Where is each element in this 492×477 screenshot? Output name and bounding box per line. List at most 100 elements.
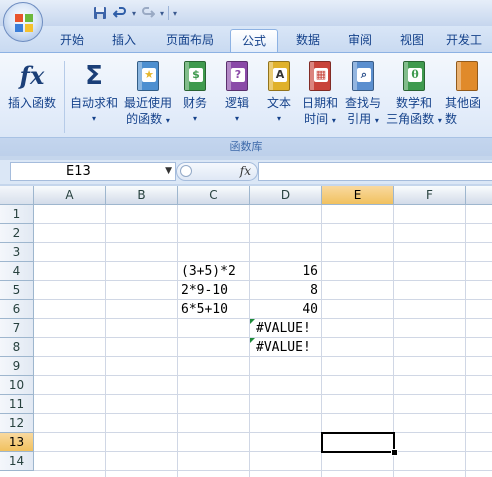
tab-view[interactable]: 视图 [392, 29, 432, 52]
insert-function-fx-icon[interactable]: fx [240, 164, 251, 178]
tab-data[interactable]: 数据 [288, 29, 328, 52]
formula-bar: E13 ▼ fx [0, 160, 492, 184]
row-header-12[interactable]: 12 [0, 414, 34, 433]
column-header-f[interactable]: F [394, 186, 466, 205]
tab-formulas[interactable]: 公式 [230, 29, 278, 52]
row-header-2[interactable]: 2 [0, 224, 34, 243]
more-functions-label: 其他函数 [445, 96, 482, 126]
name-box-value: E13 [66, 164, 91, 179]
qat-separator [168, 6, 170, 20]
tab-page-layout[interactable]: 页面布局 [160, 29, 220, 52]
lookup-label-2: 引用 ▾ [347, 112, 379, 126]
row-header-4[interactable]: 4 [0, 262, 34, 281]
undo-dropdown-icon[interactable]: ▾ [132, 9, 136, 18]
text-dropdown-icon[interactable]: ▾ [261, 111, 297, 127]
tab-home[interactable]: 开始 [52, 29, 92, 52]
column-header-g[interactable] [466, 186, 492, 205]
cell-c5[interactable]: 2*9-10 [181, 281, 249, 300]
active-cell-e13[interactable] [321, 432, 395, 453]
gridline [34, 394, 492, 395]
column-header-c[interactable]: C [178, 186, 250, 205]
row-header-3[interactable]: 3 [0, 243, 34, 262]
office-logo-icon [15, 14, 33, 32]
autosum-button[interactable]: Σ 自动求和 ▾ [67, 59, 121, 127]
cell-d7[interactable]: #VALUE! [256, 319, 322, 338]
ribbon-separator [64, 61, 65, 133]
cell-d6[interactable]: 40 [250, 300, 318, 319]
financial-dropdown-icon[interactable]: ▾ [177, 111, 213, 127]
formula-bar-resize-handle[interactable] [180, 165, 192, 177]
row-header-13[interactable]: 13 [0, 433, 34, 452]
gridline [177, 205, 178, 477]
worksheet-grid: A B C D E F 1 2 3 4 5 6 7 8 9 10 11 12 1… [0, 186, 492, 477]
row-header-5[interactable]: 5 [0, 281, 34, 300]
recent-book-icon: ★ [134, 59, 162, 93]
column-header-b[interactable]: B [106, 186, 178, 205]
more-functions-button[interactable]: 其他函数 [445, 59, 492, 127]
cell-c6[interactable]: 6*5+10 [181, 300, 249, 319]
gridline [105, 205, 106, 477]
lookup-book-icon: ⌕ [349, 59, 377, 93]
name-box[interactable]: E13 ▼ [10, 162, 176, 181]
cell-d5[interactable]: 8 [250, 281, 318, 300]
ribbon-formulas: fx 插入函数 Σ 自动求和 ▾ ★ 最近使用 的函数 ▾ $ 财务 ▾ ? 逻… [0, 52, 492, 156]
error-indicator-icon[interactable] [250, 338, 255, 343]
math-trig-button[interactable]: θ 数学和 三角函数 ▾ [385, 59, 443, 129]
text-label: 文本 [266, 96, 291, 110]
logical-label: 逻辑 [224, 96, 249, 110]
customize-qat-icon[interactable]: ▾ [173, 9, 177, 18]
formula-input[interactable] [258, 162, 492, 181]
gridline [34, 242, 492, 243]
column-header-a[interactable]: A [34, 186, 106, 205]
recently-used-label-1: 最近使用 [123, 96, 172, 110]
recently-used-button[interactable]: ★ 最近使用 的函数 ▾ [121, 59, 175, 129]
row-header-11[interactable]: 11 [0, 395, 34, 414]
recently-used-label-2: 的函数 ▾ [126, 112, 170, 126]
date-time-label-2: 时间 ▾ [304, 112, 336, 126]
text-button[interactable]: A 文本 ▾ [261, 59, 297, 127]
lookup-reference-button[interactable]: ⌕ 查找与 引用 ▾ [343, 59, 383, 129]
function-library-group-label: 函数库 [0, 137, 492, 156]
row-header-9[interactable]: 9 [0, 357, 34, 376]
math-trig-label-2: 三角函数 ▾ [386, 112, 442, 126]
row-header-14[interactable]: 14 [0, 452, 34, 471]
column-header-d[interactable]: D [250, 186, 322, 205]
autosum-dropdown-icon[interactable]: ▾ [67, 111, 121, 127]
date-time-button[interactable]: ▦ 日期和 时间 ▾ [299, 59, 341, 129]
row-header-8[interactable]: 8 [0, 338, 34, 357]
column-header-e[interactable]: E [322, 186, 394, 205]
tab-review[interactable]: 审阅 [340, 29, 380, 52]
tab-developer[interactable]: 开发工 [446, 29, 492, 52]
financial-button[interactable]: $ 财务 ▾ [177, 59, 213, 127]
fill-handle[interactable] [391, 449, 398, 456]
error-indicator-icon[interactable] [250, 319, 255, 324]
tab-insert[interactable]: 插入 [104, 29, 144, 52]
office-button[interactable] [3, 2, 43, 42]
cell-c4[interactable]: (3+5)*2 [181, 262, 249, 281]
save-icon[interactable] [92, 5, 108, 21]
row-header-6[interactable]: 6 [0, 300, 34, 319]
gridline [34, 375, 492, 376]
ribbon-tabs: 开始 插入 页面布局 公式 数据 审阅 视图 开发工 [0, 26, 492, 52]
more-functions-book-icon [453, 59, 481, 93]
math-book-icon: θ [400, 59, 428, 93]
logical-button[interactable]: ? 逻辑 ▾ [219, 59, 255, 127]
cell-d4[interactable]: 16 [250, 262, 318, 281]
formula-bar-controls: fx [176, 162, 258, 181]
row-header-1[interactable]: 1 [0, 205, 34, 224]
autosum-label: 自动求和 [69, 96, 118, 110]
financial-label: 财务 [182, 96, 207, 110]
redo-icon[interactable] [140, 5, 156, 21]
row-header-10[interactable]: 10 [0, 376, 34, 395]
sigma-icon: Σ [85, 61, 103, 91]
logical-dropdown-icon[interactable]: ▾ [219, 111, 255, 127]
select-all-corner[interactable] [0, 186, 34, 205]
row-header-7[interactable]: 7 [0, 319, 34, 338]
name-box-dropdown-icon[interactable]: ▼ [165, 163, 172, 180]
math-trig-label-1: 数学和 [395, 96, 432, 110]
insert-function-button[interactable]: fx 插入函数 [4, 59, 60, 111]
undo-icon[interactable] [112, 5, 128, 21]
redo-dropdown-icon[interactable]: ▾ [160, 9, 164, 18]
financial-book-icon: $ [181, 59, 209, 93]
cell-d8[interactable]: #VALUE! [256, 338, 322, 357]
